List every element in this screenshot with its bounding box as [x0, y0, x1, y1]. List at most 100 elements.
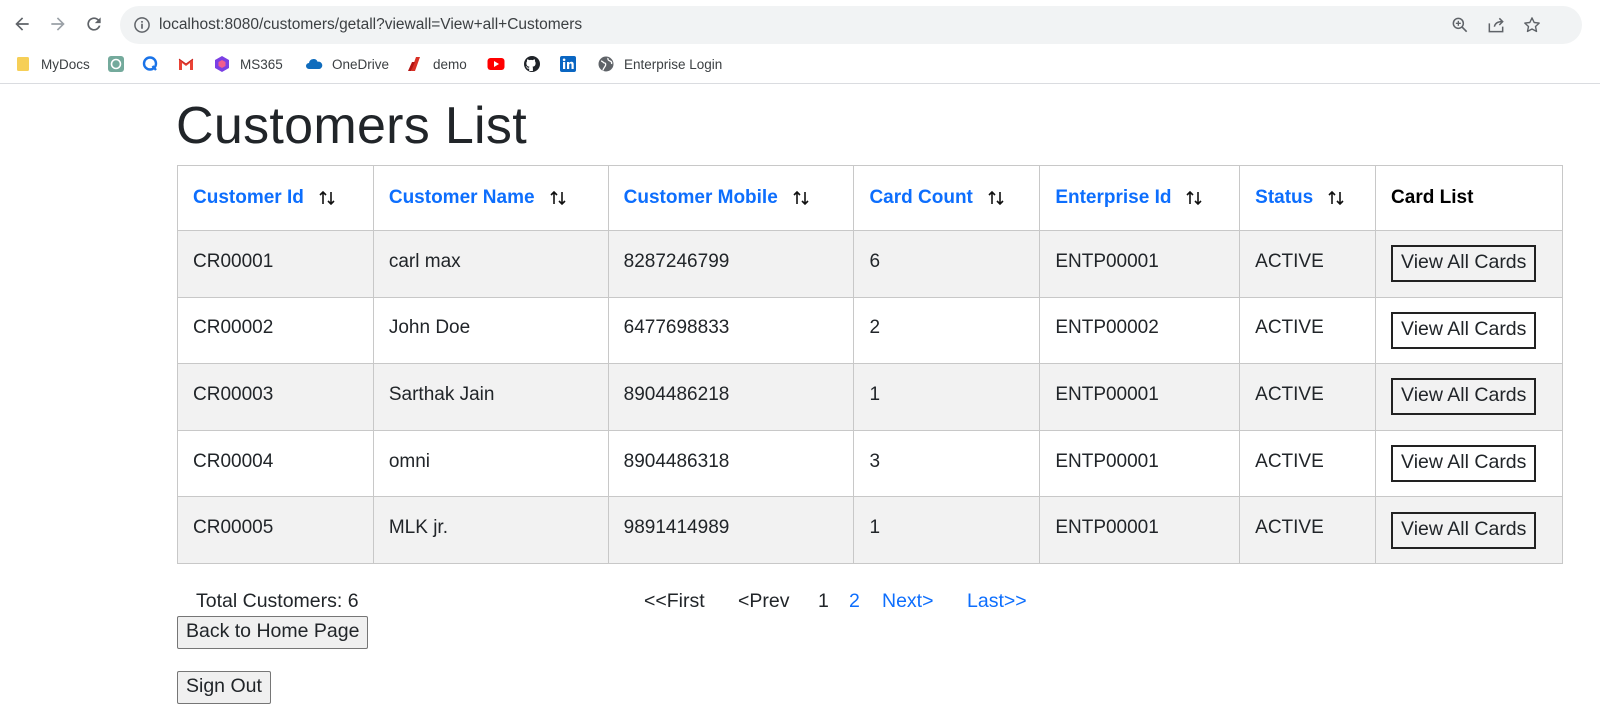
bookmark-ms365[interactable]: MS365 [213, 52, 283, 76]
table-row: CR00003 Sarthak Jain 8904486218 1 ENTP00… [177, 363, 1563, 431]
sort-icon[interactable] [792, 189, 810, 207]
cell-card-list: View All Cards [1375, 363, 1563, 431]
bookmarks-bar: MyDocs MS365 OneDrive demo Enterprise Lo… [0, 52, 1600, 76]
cell-customer-name: carl max [372, 230, 609, 298]
view-all-cards-button[interactable]: View All Cards [1391, 511, 1537, 549]
bookmark-chatgpt[interactable] [107, 52, 125, 76]
header-card-count: Card Count [853, 165, 1041, 231]
cell-customer-name: John Doe [372, 296, 609, 365]
customers-table: Customer Id Customer Name Customer Mobil… [177, 165, 1563, 564]
sort-link-status[interactable]: Status [1255, 187, 1313, 208]
header-status: Status [1239, 165, 1377, 231]
cell-status: ACTIVE [1239, 296, 1377, 365]
cell-enterprise-id: ENTP00001 [1039, 496, 1241, 564]
pagination-page-2[interactable]: 2 [849, 590, 860, 613]
cell-customer-name: MLK jr. [372, 496, 609, 564]
cell-customer-id: CR00004 [177, 429, 374, 498]
view-all-cards-button[interactable]: View All Cards [1391, 378, 1537, 416]
view-all-cards-button[interactable]: View All Cards [1391, 445, 1537, 483]
bookmark-github[interactable] [523, 52, 541, 76]
cell-card-count: 2 [853, 296, 1041, 365]
bookmark-onedrive[interactable]: OneDrive [305, 52, 389, 76]
back-to-home-button[interactable]: Back to Home Page [177, 616, 369, 649]
bookmark-star-icon[interactable] [1522, 15, 1542, 35]
sort-icon[interactable] [318, 189, 336, 207]
cell-card-list: View All Cards [1375, 429, 1563, 498]
github-icon [523, 55, 541, 73]
header-enterprise-id: Enterprise Id [1039, 165, 1241, 231]
cell-card-list: View All Cards [1375, 496, 1563, 564]
table-row: CR00005 MLK jr. 9891414989 1 ENTP00001 A… [177, 496, 1563, 564]
sort-link-customer-id[interactable]: Customer Id [193, 187, 304, 208]
table-row: CR00002 John Doe 6477698833 2 ENTP00002 … [177, 296, 1563, 365]
back-arrow-icon[interactable] [10, 12, 34, 36]
bookmark-enterprise-login[interactable]: Enterprise Login [597, 52, 722, 76]
cell-card-count: 1 [853, 363, 1041, 431]
bookmark-demo[interactable]: demo [406, 52, 467, 76]
header-customer-mobile: Customer Mobile [607, 165, 855, 231]
ms365-icon [213, 55, 231, 73]
cell-card-count: 1 [853, 496, 1041, 564]
cell-card-count: 6 [853, 230, 1041, 298]
cell-customer-id: CR00005 [177, 496, 374, 564]
pagination-last[interactable]: Last>> [967, 590, 1027, 613]
cell-customer-id: CR00001 [177, 230, 374, 298]
cell-enterprise-id: ENTP00001 [1039, 429, 1241, 498]
share-icon[interactable] [1486, 15, 1506, 35]
zoom-icon[interactable] [1450, 15, 1470, 35]
cell-enterprise-id: ENTP00001 [1039, 230, 1241, 298]
site-info-icon[interactable] [132, 15, 152, 35]
pagination-current-page: 1 [818, 590, 829, 612]
bookmark-youtube[interactable] [487, 52, 505, 76]
forward-arrow-icon[interactable] [46, 12, 70, 36]
table-row: CR00004 omni 8904486318 3 ENTP00001 ACTI… [177, 429, 1563, 498]
bookmark-mydocs[interactable]: MyDocs [14, 52, 90, 76]
sort-icon[interactable] [549, 189, 567, 207]
sort-link-enterprise-id[interactable]: Enterprise Id [1055, 187, 1171, 208]
onedrive-icon [305, 55, 323, 73]
cell-customer-mobile: 8904486318 [607, 429, 855, 498]
cell-customer-mobile: 9891414989 [607, 496, 855, 564]
cell-status: ACTIVE [1239, 429, 1377, 498]
pagination-first: <<First [644, 590, 705, 612]
table-row: CR00001 carl max 8287246799 6 ENTP00001 … [177, 230, 1563, 298]
table-header-row: Customer Id Customer Name Customer Mobil… [177, 165, 1563, 231]
cell-status: ACTIVE [1239, 496, 1377, 564]
cell-enterprise-id: ENTP00001 [1039, 363, 1241, 431]
cell-customer-id: CR00003 [177, 363, 374, 431]
cell-card-count: 3 [853, 429, 1041, 498]
reload-icon[interactable] [82, 12, 106, 36]
sort-link-customer-name[interactable]: Customer Name [389, 187, 535, 208]
cell-customer-mobile: 8904486218 [607, 363, 855, 431]
demo-icon [406, 55, 424, 73]
browser-chrome: localhost:8080/customers/getall?viewall=… [0, 0, 1600, 84]
cell-status: ACTIVE [1239, 230, 1377, 298]
q-app-icon [141, 55, 159, 73]
cell-customer-name: Sarthak Jain [372, 363, 609, 431]
total-customers: Total Customers: 6 [196, 590, 359, 612]
sign-out-button[interactable]: Sign Out [177, 671, 271, 704]
sort-link-customer-mobile[interactable]: Customer Mobile [624, 187, 778, 208]
sort-icon[interactable] [987, 189, 1005, 207]
pagination-prev: <Prev [738, 590, 790, 612]
cell-customer-mobile: 8287246799 [607, 230, 855, 298]
cell-card-list: View All Cards [1375, 230, 1563, 298]
view-all-cards-button[interactable]: View All Cards [1391, 245, 1537, 283]
cell-enterprise-id: ENTP00002 [1039, 296, 1241, 365]
bookmark-linkedin[interactable] [559, 52, 577, 76]
folder-icon [14, 55, 32, 73]
address-bar[interactable]: localhost:8080/customers/getall?viewall=… [120, 6, 1582, 44]
bookmark-gmail[interactable] [177, 52, 195, 76]
header-customer-name: Customer Name [372, 165, 609, 231]
bookmark-q[interactable] [141, 52, 159, 76]
header-customer-id: Customer Id [177, 165, 374, 231]
chatgpt-icon [107, 55, 125, 73]
view-all-cards-button[interactable]: View All Cards [1391, 311, 1537, 349]
cell-customer-mobile: 6477698833 [607, 296, 855, 365]
cell-customer-id: CR00002 [177, 296, 374, 365]
url-text[interactable]: localhost:8080/customers/getall?viewall=… [159, 16, 582, 34]
sort-link-card-count[interactable]: Card Count [869, 187, 972, 208]
pagination-next[interactable]: Next> [882, 590, 933, 613]
sort-icon[interactable] [1327, 189, 1345, 207]
sort-icon[interactable] [1185, 189, 1203, 207]
